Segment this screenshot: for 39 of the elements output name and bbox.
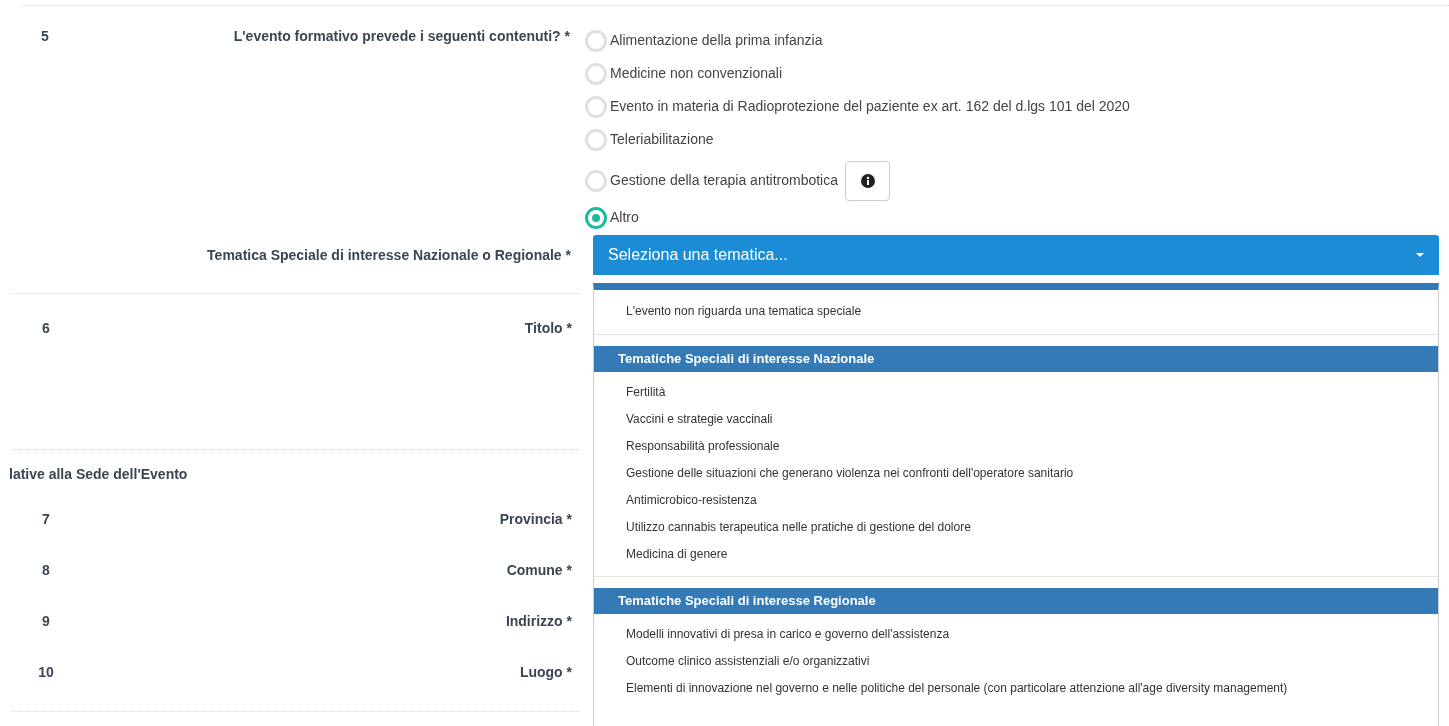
option-label: Gestione della terapia antitrombotica [610,171,839,190]
menu-option[interactable]: Vaccini e strategie vaccinali [594,406,1334,433]
caret-icon [1416,253,1424,257]
field-label: Luogo * [518,663,573,682]
menu-option[interactable]: Medicina di genere [594,541,1334,568]
menu-option[interactable]: Responsabilità professionale [594,433,1334,460]
menu-option[interactable]: L'evento non riguarda una tematica speciale [594,302,1438,320]
field-label: Provincia * [498,510,573,529]
row-number: 5 [40,27,50,46]
option-label: Evento in materia di Radioprotezione del paziente ex art. 162 del d.lgs 101 del 2020 [610,97,1130,116]
info-button[interactable] [845,160,891,201]
row-number: 6 [41,319,51,338]
menu-option[interactable]: Utilizzo cannabis terapeutica nelle pratiche di gestione del dolore [594,514,1334,541]
row-number: 7 [41,510,51,529]
row-number: 10 [37,663,55,682]
menu-option[interactable]: Modelli innovativi di presa in carico e governo dell'assistenza [594,621,1334,648]
option-label: Alimentazione della prima infanzia [610,31,823,50]
row-number: 8 [41,561,51,580]
row-number: 9 [41,612,51,631]
menu-option[interactable]: Fertilità [594,379,1334,406]
field-label: Indirizzo * [504,612,573,631]
menu-option[interactable]: Antimicrobico-resistenza [594,487,1334,514]
group-header: Tematiche Speciali di interesse Nazionale [594,346,1438,372]
menu-option[interactable]: Outcome clinico assistenziali e/o organizzativi [594,648,1334,675]
field-label: Comune * [505,561,573,580]
field-label: Titolo * [523,319,573,338]
select-field[interactable]: Seleziona una tematica... [593,235,1439,275]
select-placeholder: Seleziona una tematica... [608,245,788,265]
field-label: Tematica Speciale di interesse Nazionale o Regionale * [206,245,571,265]
menu-option[interactable]: Gestione delle situazioni che generano violenza nei confronti dell'operatore sanitario [594,460,1334,487]
section-heading: lative alla Sede dell'Evento [9,465,188,484]
option-label: Medicine non convenzionali [610,64,782,83]
info-icon [860,173,875,188]
field-label: L'evento formativo prevede i seguenti contenuti? * [232,27,570,46]
option-label: Altro [610,208,639,227]
radio-button[interactable] [585,206,607,229]
group-header: Tematiche Speciali di interesse Regionale [594,588,1438,614]
menu-option[interactable]: Elementi di innovazione nel governo e nelle politiche del personale (con particolare attenzione all'age diversity management) [594,675,1334,702]
option-label: Teleriabilitazione [610,130,714,149]
